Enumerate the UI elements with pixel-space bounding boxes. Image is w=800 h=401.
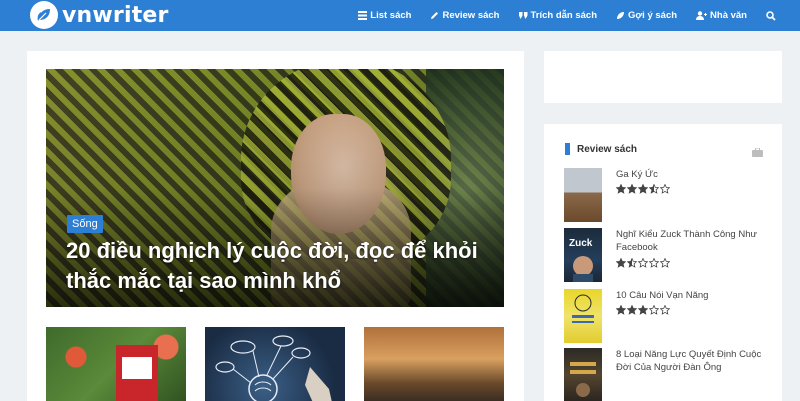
widget-header: Review sách <box>565 143 637 155</box>
post-thumbnail[interactable] <box>364 327 504 401</box>
book-title[interactable]: Ga Ký Ức <box>616 168 766 181</box>
leaf-icon <box>30 1 58 29</box>
nav-item-trich-dan-sach[interactable]: Trích dẫn sách <box>518 10 598 21</box>
rating-stars <box>616 258 671 268</box>
book-review-item[interactable]: 10 Câu Nói Vạn Năng <box>564 289 764 345</box>
star-empty-icon <box>660 258 670 268</box>
book-title[interactable]: 8 Loại Năng Lực Quyết Định Cuộc Đời Của … <box>616 348 766 374</box>
search-button[interactable] <box>766 10 776 21</box>
star-empty-icon <box>660 184 670 194</box>
book-image-label <box>122 357 152 379</box>
svg-text:Zuck: Zuck <box>569 238 593 249</box>
brain-mindmap-image <box>215 335 332 401</box>
book-cover <box>564 168 602 222</box>
nav-item-label: Review sách <box>442 10 500 21</box>
book-cover <box>564 348 602 401</box>
main-menu: List sách Review sách Trích dẫn sách Gợi… <box>358 0 800 31</box>
nav-item-label: Nhà văn <box>710 10 747 21</box>
category-badge[interactable]: Sống <box>67 215 103 233</box>
search-icon <box>766 10 776 21</box>
nav-item-list-sach[interactable]: List sách <box>358 10 411 21</box>
widget-accent-bar <box>565 143 570 155</box>
star-empty-icon <box>649 258 659 268</box>
book-title[interactable]: 10 Câu Nói Vạn Năng <box>616 289 766 302</box>
list-icon <box>358 11 368 20</box>
star-full-icon <box>638 305 648 315</box>
book-review-item[interactable]: 8 Loại Năng Lực Quyết Định Cuộc Đời Của … <box>564 348 764 401</box>
star-full-icon <box>627 184 637 194</box>
rating-stars <box>616 305 671 315</box>
book-image <box>116 345 158 401</box>
star-full-icon <box>627 305 637 315</box>
book-review-item[interactable]: Ga Ký Ức <box>564 168 764 224</box>
site-name: vnwriter <box>62 2 169 28</box>
star-full-icon <box>616 184 626 194</box>
sidebar-widget-empty <box>544 51 782 103</box>
leaf-icon <box>617 12 625 19</box>
site-logo[interactable]: vnwriter <box>30 1 169 29</box>
briefcase-icon <box>752 144 763 162</box>
widget-title: Review sách <box>577 143 638 155</box>
nav-item-review-sach[interactable]: Review sách <box>430 10 500 21</box>
nav-item-label: Trích dẫn sách <box>530 10 598 21</box>
featured-post-title[interactable]: 20 điều nghịch lý cuộc đời, đọc để khỏi … <box>66 236 496 296</box>
star-empty-icon <box>649 305 659 315</box>
top-navigation-bar: vnwriter List sách Review sách Trích dẫn… <box>0 0 800 31</box>
star-full-icon <box>638 184 648 194</box>
book-review-item[interactable]: Zuck Nghĩ Kiểu Zuck Thành Công Như Faceb… <box>564 228 764 284</box>
star-full-icon <box>616 305 626 315</box>
book-title[interactable]: Nghĩ Kiểu Zuck Thành Công Như Facebook <box>616 228 766 254</box>
star-empty-icon <box>638 258 648 268</box>
star-empty-icon <box>660 305 670 315</box>
pencil-icon <box>431 12 439 19</box>
post-thumbnail[interactable] <box>46 327 186 401</box>
nav-item-goi-y-sach[interactable]: Gợi ý sách <box>616 10 677 21</box>
star-full-icon <box>616 258 626 268</box>
book-cover: Zuck <box>564 228 602 282</box>
star-half-icon <box>649 184 659 194</box>
post-thumbnail[interactable] <box>205 327 345 401</box>
nav-item-label: Gợi ý sách <box>628 10 678 21</box>
nav-item-nha-van[interactable]: Nhà văn <box>696 10 747 21</box>
quote-icon <box>518 12 527 19</box>
star-half-icon <box>627 258 637 268</box>
nav-item-label: List sách <box>370 10 412 21</box>
users-icon <box>696 11 708 20</box>
book-cover <box>564 289 602 343</box>
rating-stars <box>616 184 671 194</box>
